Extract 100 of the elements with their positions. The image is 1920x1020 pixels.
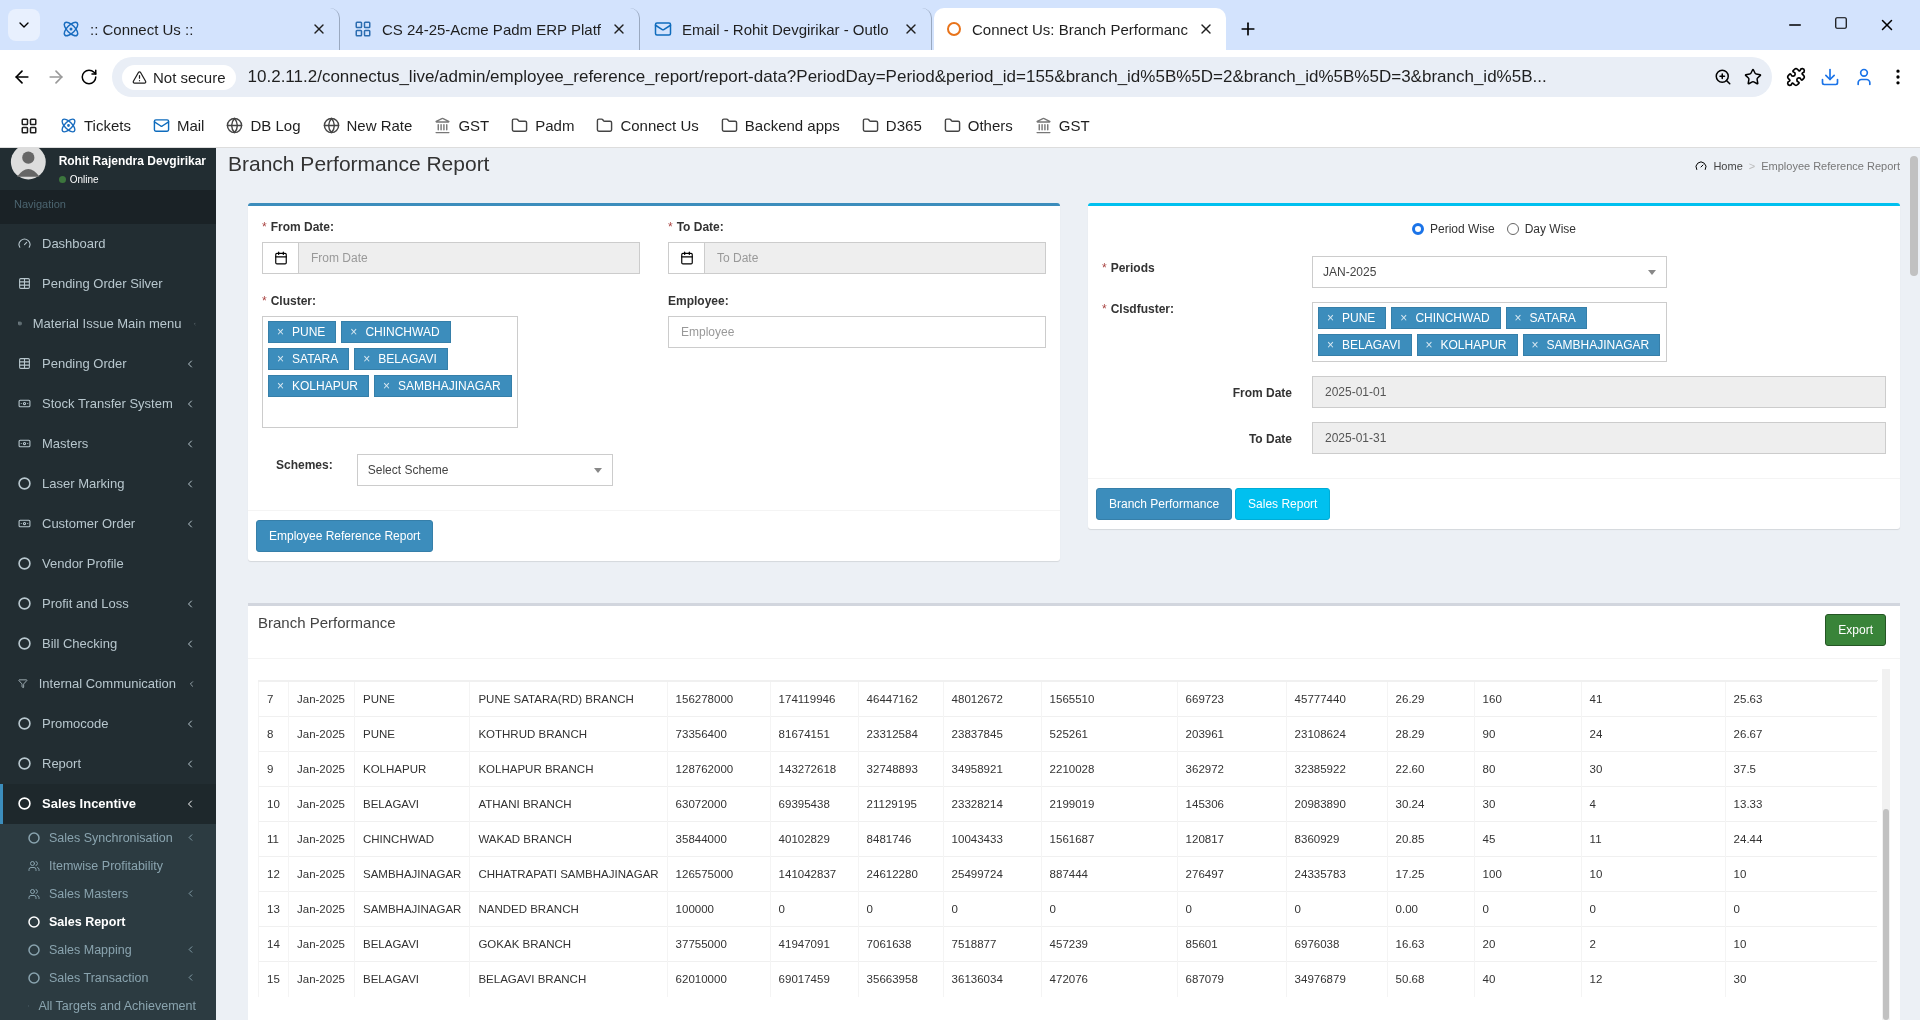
bookmark[interactable]: D365: [861, 117, 922, 134]
breadcrumb-link[interactable]: Home: [1713, 160, 1743, 172]
bookmark[interactable]: New Rate: [322, 117, 413, 134]
nav-subitem[interactable]: Itemwise Profitability: [0, 851, 216, 880]
bookmark[interactable]: GST: [1034, 117, 1090, 134]
scheme-select[interactable]: Select Scheme: [356, 454, 613, 486]
period-select[interactable]: JAN-2025: [1312, 256, 1667, 288]
nav-item[interactable]: Laser Marking: [0, 463, 216, 504]
from-date-field[interactable]: 2025-01-01: [1312, 376, 1886, 408]
nav-item[interactable]: Bill Checking: [0, 623, 216, 664]
cluster-tag[interactable]: × CHINCHWAD: [1391, 307, 1501, 329]
table-cell: 156278000: [667, 681, 771, 717]
caret-icon: [1648, 269, 1656, 275]
breadcrumb-separator: >: [1748, 160, 1756, 172]
cluster-tag[interactable]: × BELAGAVI: [354, 348, 448, 370]
cluster-tag[interactable]: × KOLHAPUR: [268, 375, 370, 397]
cluster-tag[interactable]: × KOLHAPUR: [1416, 334, 1518, 356]
nav-item[interactable]: Promocode: [0, 703, 216, 744]
table-cell: 69017459: [770, 961, 859, 997]
required-mark: *: [262, 220, 267, 234]
download-icon[interactable]: [1820, 67, 1840, 87]
bookmark[interactable]: Backend apps: [720, 117, 840, 134]
nav-item[interactable]: Dashboard: [0, 223, 216, 264]
nav-item[interactable]: Profit and Loss: [0, 583, 216, 624]
nav-item[interactable]: Pending Order: [0, 343, 216, 384]
table-cell: 203961: [1177, 716, 1287, 752]
nav-item[interactable]: Material Issue Main menu: [0, 303, 216, 344]
nav-item[interactable]: Stock Transfer System: [0, 383, 216, 424]
bookmark[interactable]: DB Log: [226, 117, 301, 134]
table-cell: 10: [1725, 926, 1878, 962]
cluster-select[interactable]: × PUNE × CHINCHWAD × SATARA × BELAGAVI × KOLHAPUR × SAMBHAJINAGAR: [262, 316, 518, 428]
table-cell: 32385922: [1286, 751, 1388, 787]
nav-subitem[interactable]: Sales Transaction: [0, 963, 216, 992]
bookmark[interactable]: Others: [943, 117, 1013, 134]
table-cell: 90: [1474, 716, 1582, 752]
nav-subitem[interactable]: Sales Synchronisation: [0, 823, 216, 852]
employee-field[interactable]: Employee: [668, 316, 1046, 348]
scrollbar[interactable]: [1910, 156, 1918, 276]
extensions-icon[interactable]: [1786, 67, 1806, 87]
cluster-tag[interactable]: × SAMBHAJINAGAR: [374, 375, 512, 397]
table-cell: 26.67: [1725, 716, 1878, 752]
star-icon[interactable]: [1744, 68, 1762, 86]
table-cell: ATHANI BRANCH: [469, 786, 668, 822]
nav-item[interactable]: Sales Incentive: [0, 783, 216, 824]
cluster-tag[interactable]: × BELAGAVI: [1318, 334, 1412, 356]
table-cell: 23108624: [1286, 716, 1388, 752]
profile-icon[interactable]: [1854, 67, 1874, 87]
breadcrumb-link[interactable]: Employee Reference Report: [1761, 160, 1900, 172]
nav-item[interactable]: Internal Communication: [0, 663, 216, 704]
filter-icon: [18, 677, 28, 691]
radio-option[interactable]: Period Wise: [1412, 222, 1495, 236]
cluster-tag[interactable]: × PUNE: [268, 321, 337, 343]
bookmark[interactable]: Connect Us: [596, 117, 699, 134]
nav-subitem[interactable]: Sales Masters: [0, 879, 216, 908]
security-chip[interactable]: Not secure: [122, 64, 236, 90]
table-cell: 12: [258, 856, 289, 892]
restore-icon[interactable]: [1834, 16, 1848, 30]
nav-subitem[interactable]: Sales Mapping: [0, 935, 216, 964]
cluster-select[interactable]: × PUNE × CHINCHWAD × SATARA × BELAGAVI × KOLHAPUR × SAMBHAJINAGAR: [1312, 302, 1667, 362]
address-bar[interactable]: Not secure 10.2.11.2/connectus_live/admin/employee_reference_report/report-data?PeriodDay=Period&period_id=155&branch_id%5B%5D=2&branch_id%5B%5D=3&branch_id%5B...: [112, 57, 1772, 97]
cluster-tag[interactable]: × SAMBHAJINAGAR: [1522, 334, 1661, 356]
report-button[interactable]: Employee Reference Report: [256, 520, 434, 552]
cluster-tag[interactable]: × SATARA: [1505, 307, 1587, 329]
bookmark[interactable]: Padm: [511, 117, 575, 134]
table-cell: 36136034: [943, 961, 1042, 997]
table-cell: 8360929: [1286, 821, 1388, 857]
table-cell: 687079: [1177, 961, 1287, 997]
folder-icon: [861, 117, 879, 134]
bookmark[interactable]: GST: [434, 117, 490, 134]
bookmark[interactable]: Tickets: [60, 117, 131, 134]
bookmark[interactable]: Mail: [152, 117, 205, 134]
user-name: Rohit Rajendra Devgirikar: [58, 153, 206, 168]
browser-tab[interactable]: Connect Us: Branch Performanc: [934, 8, 1226, 50]
nav-item[interactable]: Vendor Profile: [0, 543, 216, 584]
nav-subitem[interactable]: All Targets and Achievement: [0, 991, 216, 1020]
apps-icon[interactable]: [20, 116, 38, 135]
table-cell: 69395438: [770, 786, 859, 822]
table-cell: 0: [1474, 891, 1582, 927]
reload-icon[interactable]: [80, 68, 98, 86]
table-cell: Jan-2025: [288, 751, 355, 787]
table-cell: SAMBHAJINAGAR: [354, 891, 470, 927]
report-button[interactable]: Branch Performance: [1096, 488, 1233, 520]
nav-item[interactable]: Pending Order Silver: [0, 263, 216, 304]
export-button[interactable]: Export: [1825, 614, 1886, 646]
tab-search-button[interactable]: [8, 9, 40, 41]
cluster-tag[interactable]: × PUNE: [1318, 307, 1387, 329]
users-icon: [28, 887, 40, 900]
nav-subitem[interactable]: Sales Report: [0, 907, 216, 936]
zoom-icon[interactable]: [1714, 68, 1732, 86]
to-date-field[interactable]: 2025-01-31: [1312, 422, 1886, 454]
radio-button[interactable]: [1412, 223, 1424, 235]
cluster-tag[interactable]: × CHINCHWAD: [341, 321, 451, 343]
cluster-tag[interactable]: × SATARA: [268, 348, 350, 370]
nav-item[interactable]: Customer Order: [0, 503, 216, 544]
nav-item[interactable]: Masters: [0, 423, 216, 464]
required-mark: *: [1102, 261, 1107, 275]
scrollbar[interactable]: [1882, 669, 1890, 1020]
nav-item[interactable]: Report: [0, 743, 216, 784]
radio-option[interactable]: Day Wise: [1506, 222, 1576, 236]
table-cell: GOKAK BRANCH: [469, 926, 668, 962]
